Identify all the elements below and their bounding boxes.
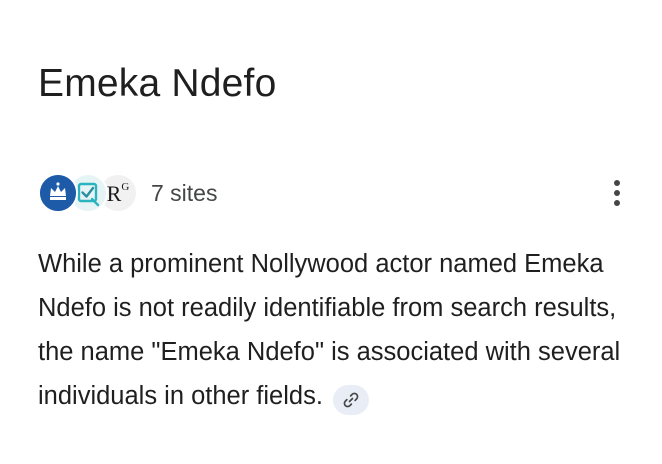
more-vert-icon [614,180,620,206]
source-favicons[interactable]: RG [38,172,138,214]
link-icon [343,392,359,408]
answer-text: While a prominent Nollywood actor named … [38,250,621,410]
crown-crest-icon [38,173,78,213]
result-title: Emeka Ndefo [38,62,277,105]
source-link-button[interactable] [332,385,369,415]
more-options-button[interactable] [596,172,638,214]
sources-row: RG 7 sites [38,172,624,214]
answer-paragraph: While a prominent Nollywood actor named … [38,242,624,418]
sources-count[interactable]: 7 sites [151,172,217,214]
